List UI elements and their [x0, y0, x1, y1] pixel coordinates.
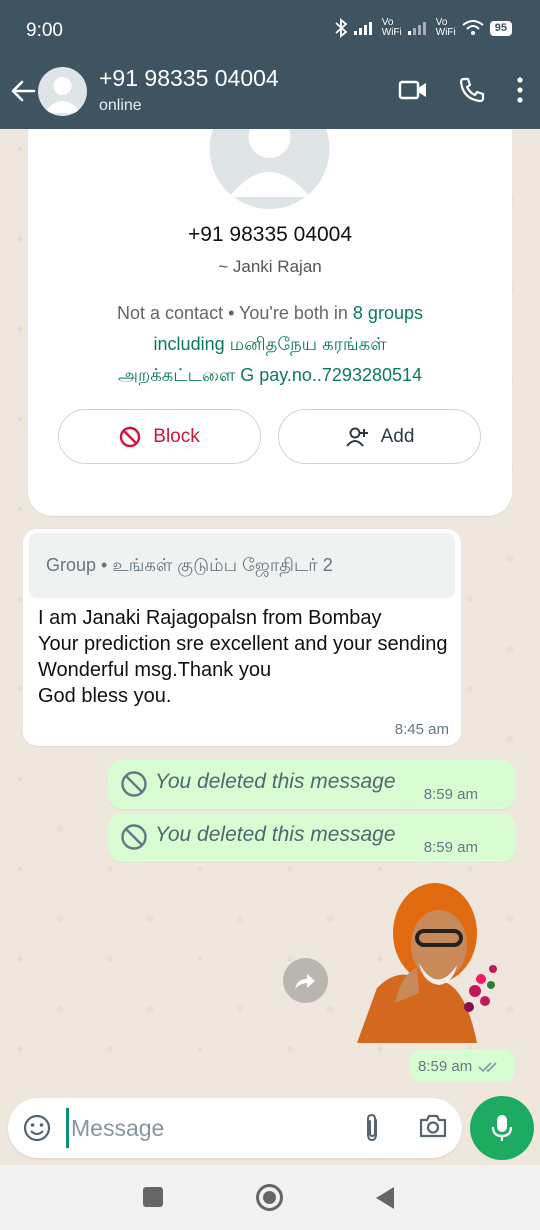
attachment-icon[interactable] [358, 1112, 386, 1144]
system-back-button[interactable] [376, 1187, 394, 1209]
camera-icon[interactable] [418, 1112, 448, 1140]
wifi-icon [462, 20, 484, 35]
chat-header: +91 98335 04004 online [0, 60, 540, 129]
card-info-prefix: Not a contact • You're both in [117, 303, 353, 323]
block-icon [120, 426, 141, 447]
card-info-line3[interactable]: அறக்கட்டளை G pay.no..7293280514 [28, 360, 512, 391]
message-time: 8:59 am [423, 786, 478, 803]
deleted-text: You deleted this message [155, 770, 396, 793]
contact-profile-photo [209, 129, 330, 210]
status-time: 9:00 [26, 20, 63, 41]
more-options-icon[interactable] [516, 77, 524, 103]
deleted-icon [121, 824, 147, 850]
message-time: 8:59 am [423, 839, 478, 856]
sticker-message[interactable] [357, 883, 501, 1043]
default-avatar-icon [44, 77, 81, 113]
recents-button[interactable] [143, 1187, 163, 1207]
sticker-image [357, 883, 497, 1043]
card-alias: ~ Janki Rajan [218, 257, 322, 276]
incoming-message[interactable]: Group • உங்கள் குடும்ப ஜோதிடர் 2 I am Ja… [23, 529, 461, 746]
card-group-info: Not a contact • You're both in 8 groups … [28, 298, 512, 391]
system-navigation-bar [0, 1165, 540, 1230]
presence-status: online [99, 97, 142, 114]
deleted-message[interactable]: You deleted this message 8:59 am [108, 760, 516, 809]
chat-title[interactable]: +91 98335 04004 [99, 65, 279, 92]
signal-icon-2 [407, 22, 426, 35]
block-label: Block [153, 425, 200, 447]
contact-info-card: +91 98335 04004 ~ Janki Rajan Not a cont… [28, 129, 512, 516]
default-avatar-icon [209, 129, 330, 209]
voice-message-button[interactable] [470, 1096, 534, 1160]
status-icons: Vo WiFi Vo WiFi 95 [334, 18, 512, 38]
vowifi-label: Vo WiFi [381, 17, 402, 38]
card-phone-number: +91 98335 04004 [187, 223, 353, 246]
sticker-time-badge: 8:59 am [409, 1049, 515, 1082]
groups-link[interactable]: 8 groups [353, 303, 423, 323]
block-button[interactable]: Block [58, 409, 261, 464]
deleted-message[interactable]: You deleted this message 8:59 am [108, 813, 516, 862]
back-arrow-icon[interactable] [8, 76, 38, 106]
signal-icon [353, 22, 372, 35]
message-input[interactable] [66, 1108, 336, 1148]
status-bar: 9:00 Vo WiFi Vo WiFi 95 [0, 0, 540, 60]
voice-call-icon[interactable] [458, 76, 486, 104]
card-info-line2[interactable]: including மனிதநேய கரங்கள் [28, 329, 512, 360]
chat-area[interactable]: +91 98335 04004 ~ Janki Rajan Not a cont… [0, 129, 540, 1093]
video-call-icon[interactable] [398, 78, 428, 102]
forward-button[interactable] [283, 958, 328, 1003]
forward-icon [294, 973, 315, 989]
vowifi-label-2: Vo WiFi [435, 17, 456, 38]
battery-indicator: 95 [489, 20, 512, 36]
bluetooth-icon [335, 18, 348, 38]
add-contact-button[interactable]: Add [278, 409, 481, 464]
deleted-icon [121, 771, 147, 797]
quoted-group-reference[interactable]: Group • உங்கள் குடும்ப ஜோதிடர் 2 [29, 533, 455, 598]
microphone-icon [491, 1115, 513, 1141]
deleted-text: You deleted this message [155, 823, 396, 846]
home-button[interactable] [256, 1184, 283, 1211]
contact-avatar[interactable] [38, 67, 87, 116]
read-receipt-icon [478, 1062, 497, 1073]
add-person-icon [345, 427, 368, 447]
message-time: 8:59 am [418, 1058, 473, 1075]
message-text: I am Janaki Rajagopalsn from Bombay Your… [38, 607, 448, 707]
emoji-icon[interactable] [22, 1113, 52, 1143]
message-composer [8, 1098, 462, 1158]
add-label: Add [380, 425, 415, 447]
message-time: 8:45 am [394, 721, 449, 738]
quote-text: Group • உங்கள் குடும்ப ஜோதிடர் 2 [46, 555, 333, 575]
